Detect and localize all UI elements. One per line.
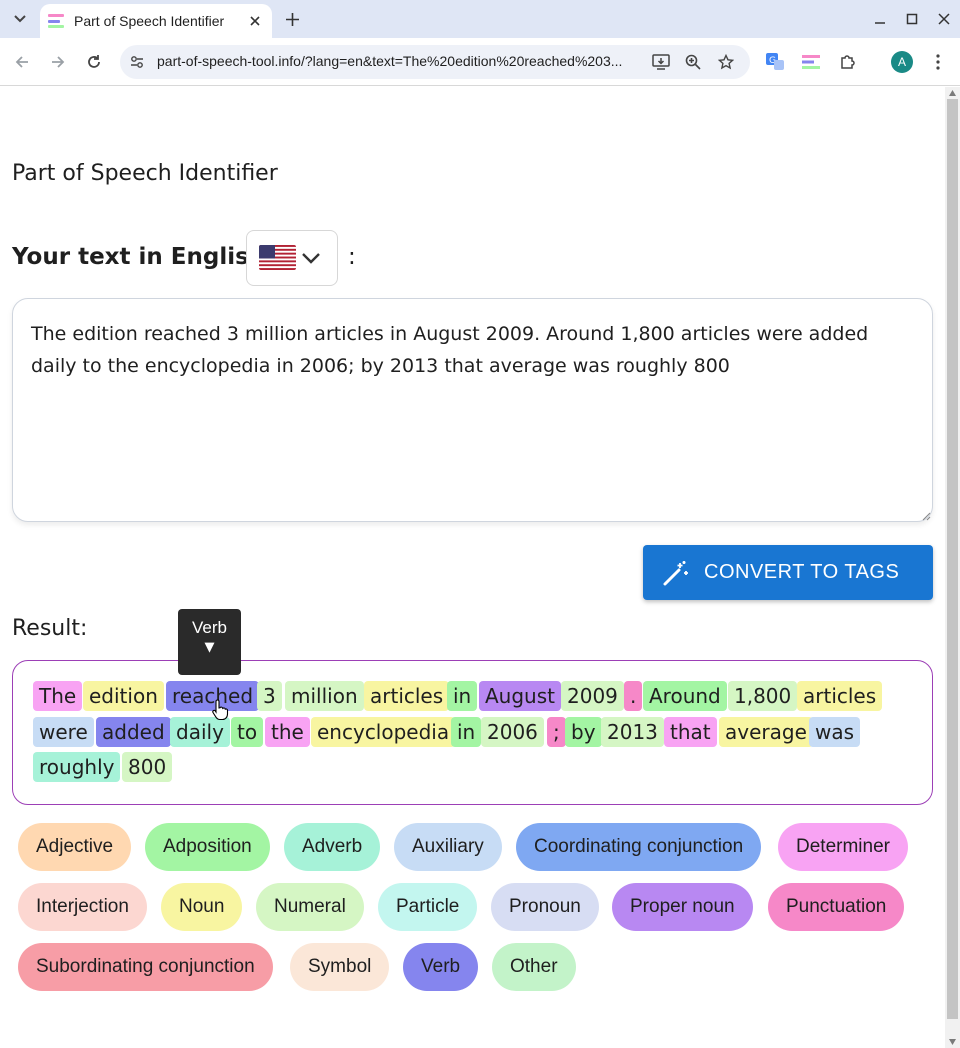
token[interactable]: ; [547, 717, 566, 747]
url-text[interactable]: part-of-speech-tool.info/?lang=en&text=T… [157, 53, 643, 69]
legend-adverb[interactable]: Adverb [284, 823, 381, 871]
token[interactable]: 2013 [601, 717, 664, 747]
token[interactable]: 3 [257, 681, 282, 711]
token[interactable]: in [451, 717, 482, 747]
convert-to-tags-button[interactable]: CONVERT TO TAGS [643, 545, 933, 600]
token[interactable]: . [624, 681, 643, 711]
token[interactable]: August [479, 681, 561, 711]
token[interactable]: The [33, 681, 83, 711]
token[interactable]: the [265, 717, 310, 747]
legend-other[interactable]: Other [492, 943, 576, 991]
pos-tooltip: Verb ▼ [178, 609, 241, 675]
page-content: Part of Speech Identifier Your text in E… [0, 87, 945, 1048]
legend-coordinating-conjunction[interactable]: Coordinating conjunction [516, 823, 762, 871]
token[interactable]: daily [170, 717, 230, 747]
tooltip-arrow-icon: ▼ [204, 640, 215, 655]
text-heading: Your text in English [12, 244, 266, 270]
token[interactable]: edition [83, 681, 164, 711]
scroll-down-arrow-icon[interactable] [948, 1038, 957, 1046]
token[interactable]: roughly [33, 752, 121, 782]
translate-extension-icon[interactable]: G [764, 51, 786, 73]
reload-icon[interactable] [82, 50, 106, 74]
legend-subordinating-conjunction[interactable]: Subordinating conjunction [18, 943, 273, 991]
legend-punctuation[interactable]: Punctuation [768, 883, 905, 931]
page-scrollbar[interactable] [945, 87, 960, 1048]
token[interactable]: was [809, 717, 861, 747]
legend-verb[interactable]: Verb [403, 943, 479, 991]
minimize-icon[interactable] [870, 9, 890, 29]
forward-arrow-icon[interactable] [46, 50, 70, 74]
result-box: The edition reached 3 million articles i… [12, 660, 933, 805]
token[interactable]: to [231, 717, 264, 747]
browser-toolbar: part-of-speech-tool.info/?lang=en&text=T… [0, 38, 960, 86]
token[interactable]: in [447, 681, 478, 711]
scrollbar-thumb[interactable] [947, 99, 958, 1019]
language-select[interactable] [246, 230, 338, 286]
chevron-down-icon [14, 15, 26, 23]
token[interactable]: 1,800 [728, 681, 798, 711]
scroll-up-arrow-icon[interactable] [948, 89, 957, 97]
legend-auxiliary[interactable]: Auxiliary [394, 823, 502, 871]
tab-search-button[interactable] [8, 7, 32, 31]
tab-close-icon[interactable] [246, 12, 264, 30]
browser-tab-active[interactable]: Part of Speech Identifier [40, 4, 272, 38]
legend-noun[interactable]: Noun [161, 883, 243, 931]
browser-menu-icon[interactable] [927, 51, 949, 73]
legend-symbol[interactable]: Symbol [290, 943, 390, 991]
profile-avatar[interactable]: A [891, 51, 913, 73]
legend-pronoun[interactable]: Pronoun [491, 883, 599, 931]
legend-interjection[interactable]: Interjection [18, 883, 147, 931]
token[interactable]: 800 [122, 752, 173, 782]
zoom-icon[interactable] [683, 52, 703, 72]
token[interactable]: 2006 [481, 717, 544, 747]
legend-proper-noun[interactable]: Proper noun [612, 883, 753, 931]
address-bar[interactable]: part-of-speech-tool.info/?lang=en&text=T… [120, 45, 750, 79]
token[interactable]: that [664, 717, 717, 747]
maximize-icon[interactable] [902, 9, 922, 29]
legend-numeral[interactable]: Numeral [256, 883, 364, 931]
browser-tab-bar: Part of Speech Identifier [0, 0, 960, 38]
page-title: Part of Speech Identifier [12, 161, 278, 186]
result-label: Result: [12, 616, 88, 641]
token[interactable]: Around [643, 681, 727, 711]
chevron-down-icon [302, 253, 320, 264]
legend-adjective[interactable]: Adjective [18, 823, 132, 871]
token[interactable]: articles [797, 681, 883, 711]
token[interactable]: million [285, 681, 364, 711]
mouse-hand-cursor-icon [212, 699, 229, 721]
token[interactable]: articles [364, 681, 450, 711]
extensions-puzzle-icon[interactable] [837, 51, 859, 73]
window-close-icon[interactable] [934, 9, 954, 29]
us-flag-icon [259, 245, 296, 270]
pos-extension-icon[interactable] [800, 51, 822, 73]
text-input-area[interactable]: The edition reached 3 million articles i… [12, 298, 933, 522]
token[interactable]: encyclopedia [311, 717, 456, 747]
bookmark-star-icon[interactable] [716, 52, 736, 72]
legend-particle[interactable]: Particle [378, 883, 478, 931]
new-tab-icon[interactable] [282, 9, 302, 29]
site-favicon-icon [48, 14, 64, 28]
token[interactable]: 2009 [561, 681, 624, 711]
tab-title: Part of Speech Identifier [74, 13, 225, 29]
heading-colon: : [348, 244, 356, 270]
magic-wand-icon [663, 560, 688, 585]
token[interactable]: average [719, 717, 813, 747]
install-app-icon[interactable] [651, 52, 671, 72]
site-settings-icon[interactable] [128, 53, 146, 71]
token[interactable]: were [33, 717, 94, 747]
back-arrow-icon[interactable] [10, 50, 34, 74]
resize-grip-icon[interactable] [921, 511, 931, 521]
legend-determiner[interactable]: Determiner [778, 823, 908, 871]
convert-button-label: CONVERT TO TAGS [704, 561, 900, 583]
token[interactable]: added [96, 717, 171, 747]
legend-adposition[interactable]: Adposition [145, 823, 270, 871]
token[interactable]: by [565, 717, 602, 747]
tooltip-text: Verb [192, 618, 227, 637]
